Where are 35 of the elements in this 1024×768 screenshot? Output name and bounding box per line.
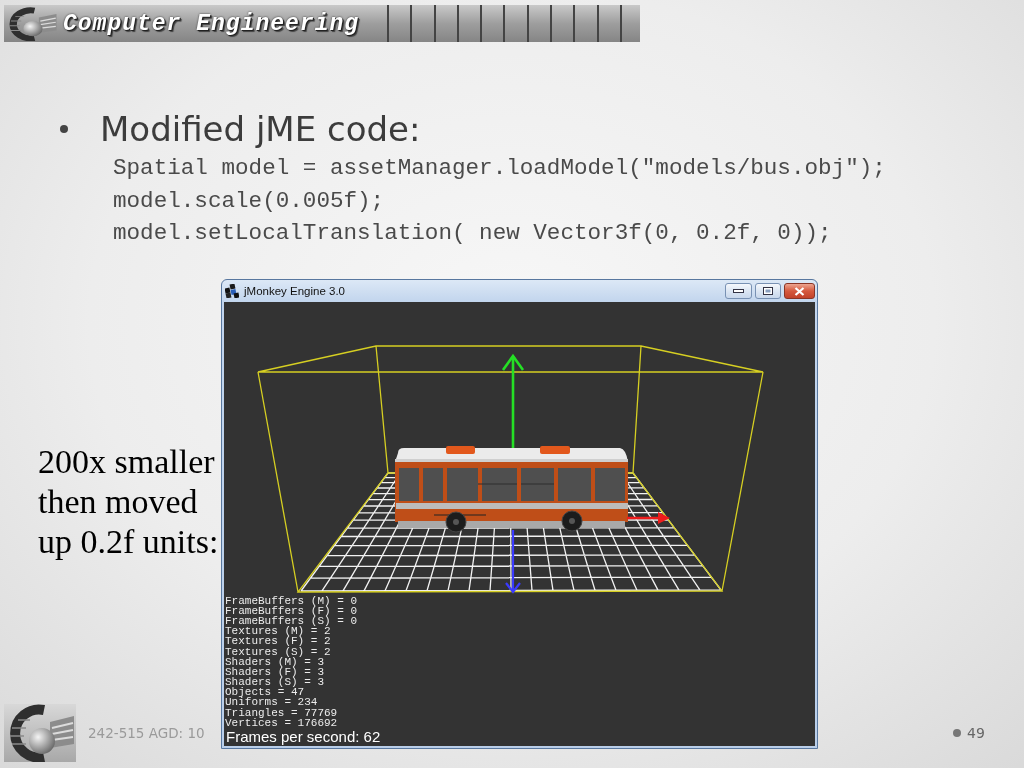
dot-icon	[953, 729, 961, 737]
code-line: model.scale(0.005f);	[113, 186, 385, 216]
bullet-icon	[60, 125, 68, 133]
stat-line: Vertices = 176692	[225, 717, 338, 728]
stat-line: Shaders (F) = 3	[225, 666, 325, 678]
app-icon	[225, 284, 239, 298]
stat-line: Textures (S) = 2	[225, 646, 331, 657]
code-line: model.setLocalTranslation( new Vector3f(0, 0.2f, 0));	[113, 219, 832, 248]
maximize-icon	[763, 287, 773, 295]
stat-line: Triangles = 77769	[225, 707, 338, 718]
stat-line: Shaders (M) = 3	[225, 656, 325, 667]
stat-line: FrameBuffers (F) = 0	[225, 605, 358, 616]
minimize-button[interactable]	[725, 283, 752, 299]
stat-line: Shaders (S) = 3	[225, 677, 325, 688]
bullet-heading: Modified jME code:	[100, 109, 421, 149]
page-number: 49	[967, 724, 985, 743]
stat-line: FrameBuffers (S) = 0	[225, 615, 358, 627]
minimize-icon	[733, 289, 744, 293]
caption-text: 200x smaller then moved up 0.2f units:	[38, 442, 220, 562]
stat-line: Textures (M) = 2	[225, 626, 331, 637]
stat-line: Uniforms = 234	[225, 697, 318, 708]
stat-line: FrameBuffers (M) = 0	[225, 595, 358, 606]
header-title: Computer Engineering	[62, 10, 360, 37]
close-button[interactable]	[784, 283, 815, 299]
horizontal-arrow	[627, 512, 670, 524]
stat-line: Objects = 47	[225, 687, 305, 698]
fps-counter: Frames per second: 62	[225, 728, 381, 746]
window-title: jMonkey Engine 3.0	[244, 285, 346, 297]
downward-arrow	[505, 530, 521, 594]
logo-icon	[4, 704, 76, 762]
course-label: 242-515 AGD: 10	[88, 725, 205, 741]
stat-line: Textures (F) = 2	[225, 636, 331, 647]
close-icon	[794, 286, 805, 296]
code-line: Spatial model = assetManager.loadModel("models/bus.obj");	[113, 154, 886, 183]
maximize-button[interactable]	[755, 283, 781, 299]
